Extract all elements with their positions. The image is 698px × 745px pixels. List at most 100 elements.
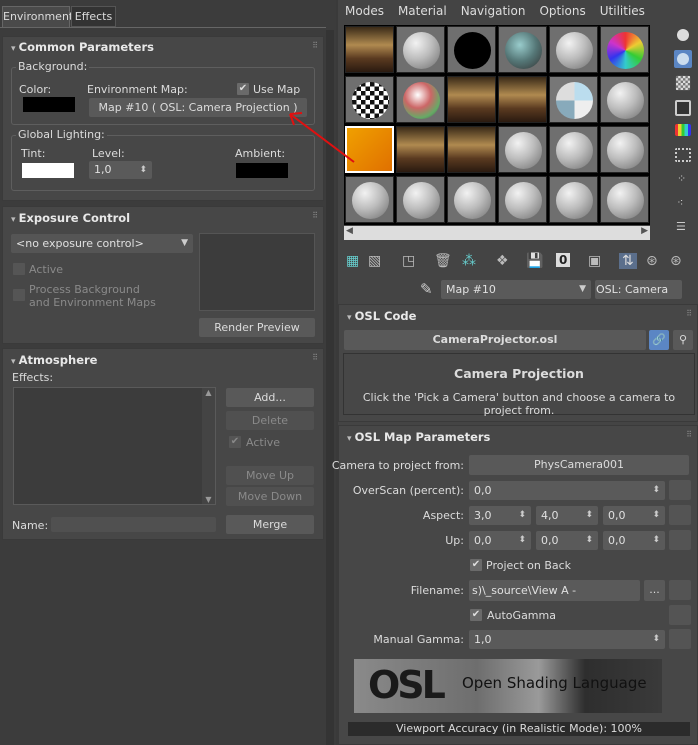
material-slot-gray[interactable] xyxy=(600,126,649,173)
select-by-material-icon[interactable]: ⁖ xyxy=(677,196,683,209)
options-icon[interactable]: ⁘ xyxy=(677,172,686,185)
material-slot-gray[interactable] xyxy=(549,126,598,173)
autogamma-checkbox[interactable]: ✔ xyxy=(470,609,482,621)
grip-icon[interactable]: ⠿ xyxy=(312,41,318,50)
spinner-arrows-icon[interactable]: ⬍ xyxy=(652,481,660,500)
save-icon[interactable]: 💾 xyxy=(526,253,543,269)
sample-type-sphere-icon[interactable] xyxy=(674,26,692,44)
autogamma-map-slot[interactable] xyxy=(669,605,691,625)
background-color-swatch[interactable] xyxy=(23,97,75,112)
up-z-spinner[interactable]: 0,0 ⬍ xyxy=(603,531,665,550)
aspect-map-slot[interactable] xyxy=(669,505,691,525)
spinner-arrows-icon[interactable]: ⬍ xyxy=(652,630,660,649)
level-spinner[interactable]: 1,0 ⬍ xyxy=(89,161,152,179)
search-icon[interactable]: ⚲ xyxy=(673,330,693,350)
rollout-title[interactable]: Common Parameters xyxy=(11,40,154,54)
tab-environment[interactable]: Environment xyxy=(2,6,73,27)
add-effect-button[interactable]: Add... xyxy=(226,388,314,407)
move-up-button[interactable]: Move Up xyxy=(226,466,314,485)
material-slot-photo[interactable] xyxy=(396,126,445,173)
material-id-icon[interactable]: 0 xyxy=(556,253,571,267)
material-slot-chrome[interactable] xyxy=(396,76,445,123)
filename-input[interactable]: s)\_source\View A - IMG_4006.jpg xyxy=(469,580,640,601)
get-material-icon[interactable]: ▦ xyxy=(346,253,359,269)
process-background-checkbox[interactable] xyxy=(13,289,25,301)
gamma-map-slot[interactable] xyxy=(669,629,691,649)
overscan-spinner[interactable]: 0,0 ⬍ xyxy=(469,481,665,500)
video-color-check-icon[interactable] xyxy=(675,124,691,136)
grip-icon[interactable]: ⠿ xyxy=(312,353,318,362)
spinner-arrows-icon[interactable]: ⬍ xyxy=(518,531,526,550)
grip-icon[interactable]: ⠿ xyxy=(686,430,692,439)
material-slot-photo[interactable] xyxy=(498,76,547,123)
spinner-arrows-icon[interactable]: ⬍ xyxy=(518,506,526,525)
up-x-spinner[interactable]: 0,0 ⬍ xyxy=(469,531,531,550)
menu-utilities[interactable]: Utilities xyxy=(600,4,645,18)
eyedropper-icon[interactable]: ✎ xyxy=(420,280,433,298)
pick-camera-button[interactable]: PhysCamera001 xyxy=(469,455,689,475)
material-slot-gray[interactable] xyxy=(498,126,547,173)
scroll-down-icon[interactable]: ▼ xyxy=(202,495,215,504)
material-slot-gray[interactable] xyxy=(549,26,598,73)
assign-material-icon[interactable]: ◳ xyxy=(402,253,415,269)
show-shaded-icon[interactable]: ▣ xyxy=(588,253,601,269)
backlight-icon[interactable] xyxy=(674,50,692,68)
map-type-button[interactable]: OSL: Camera Proje xyxy=(595,280,682,299)
rollout-title[interactable]: OSL Code xyxy=(347,309,417,323)
list-scrollbar[interactable]: ▲ ▼ xyxy=(202,388,215,504)
menu-modes[interactable]: Modes xyxy=(345,4,384,18)
material-slot-gray[interactable] xyxy=(549,176,598,223)
material-slot-black[interactable] xyxy=(447,26,496,73)
material-slot-photo[interactable] xyxy=(447,76,496,123)
aspect-x-spinner[interactable]: 3,0 ⬍ xyxy=(469,506,531,525)
background-checker-icon[interactable] xyxy=(675,75,691,91)
rollout-title[interactable]: Atmosphere xyxy=(11,353,98,367)
render-preview-button[interactable]: Render Preview xyxy=(199,318,315,337)
make-unique-icon[interactable]: ⁂ xyxy=(462,253,476,269)
grip-icon[interactable]: ⠿ xyxy=(686,309,692,318)
material-slot-photo[interactable] xyxy=(447,126,496,173)
browse-button[interactable]: ... xyxy=(644,580,665,601)
rollout-title[interactable]: OSL Map Parameters xyxy=(347,430,491,444)
material-slot-quad[interactable] xyxy=(549,76,598,123)
material-slot-color[interactable] xyxy=(600,26,649,73)
material-slot-photo[interactable] xyxy=(345,26,394,73)
material-slot-gray[interactable] xyxy=(396,176,445,223)
material-slot-glass[interactable] xyxy=(498,26,547,73)
delete-icon[interactable]: 🗑 xyxy=(434,253,452,269)
use-map-checkbox[interactable]: ✔ xyxy=(237,83,249,95)
rollout-title[interactable]: Exposure Control xyxy=(11,211,130,225)
exposure-dropdown[interactable]: <no exposure control> ▼ xyxy=(11,234,193,253)
aspect-z-spinner[interactable]: 0,0 ⬍ xyxy=(603,506,665,525)
material-slot-gray[interactable] xyxy=(498,176,547,223)
effects-list[interactable]: ▲ ▼ xyxy=(13,387,216,505)
map-name-dropdown[interactable]: Map #10 ▼ xyxy=(441,280,591,299)
sample-uv-tiling-icon[interactable] xyxy=(675,100,691,116)
material-slot-gray[interactable] xyxy=(447,176,496,223)
show-end-result-icon[interactable]: ⇅ xyxy=(619,253,637,269)
merge-button[interactable]: Merge xyxy=(226,515,314,534)
spinner-arrows-icon[interactable]: ⬍ xyxy=(585,531,593,550)
overscan-map-slot[interactable] xyxy=(669,480,691,500)
go-to-parent-icon[interactable]: ⊛ xyxy=(646,253,658,269)
link-icon[interactable]: 🔗 xyxy=(649,330,669,350)
spinner-arrows-icon[interactable]: ⬍ xyxy=(585,506,593,525)
grip-icon[interactable]: ⠿ xyxy=(312,211,318,220)
delete-effect-button[interactable]: Delete xyxy=(226,411,314,430)
make-preview-icon[interactable] xyxy=(675,148,691,162)
manual-gamma-spinner[interactable]: 1,0 ⬍ xyxy=(469,630,665,649)
up-map-slot[interactable] xyxy=(669,530,691,550)
spinner-arrows-icon[interactable]: ⬍ xyxy=(139,161,147,179)
filename-map-slot[interactable] xyxy=(669,580,691,600)
spinner-arrows-icon[interactable]: ⬍ xyxy=(652,506,660,525)
material-slot-gray[interactable] xyxy=(345,176,394,223)
put-to-library-icon[interactable]: ❖ xyxy=(496,253,509,269)
scroll-right-icon[interactable]: ▶ xyxy=(641,226,648,236)
material-map-navigator-icon[interactable]: ☰ xyxy=(676,220,686,233)
menu-options[interactable]: Options xyxy=(539,4,585,18)
scroll-left-icon[interactable]: ◀ xyxy=(346,226,353,236)
effect-active-checkbox[interactable]: ✔ xyxy=(229,436,241,448)
menu-material[interactable]: Material xyxy=(398,4,447,18)
menu-navigation[interactable]: Navigation xyxy=(461,4,526,18)
put-material-icon[interactable]: ▧ xyxy=(368,253,381,269)
